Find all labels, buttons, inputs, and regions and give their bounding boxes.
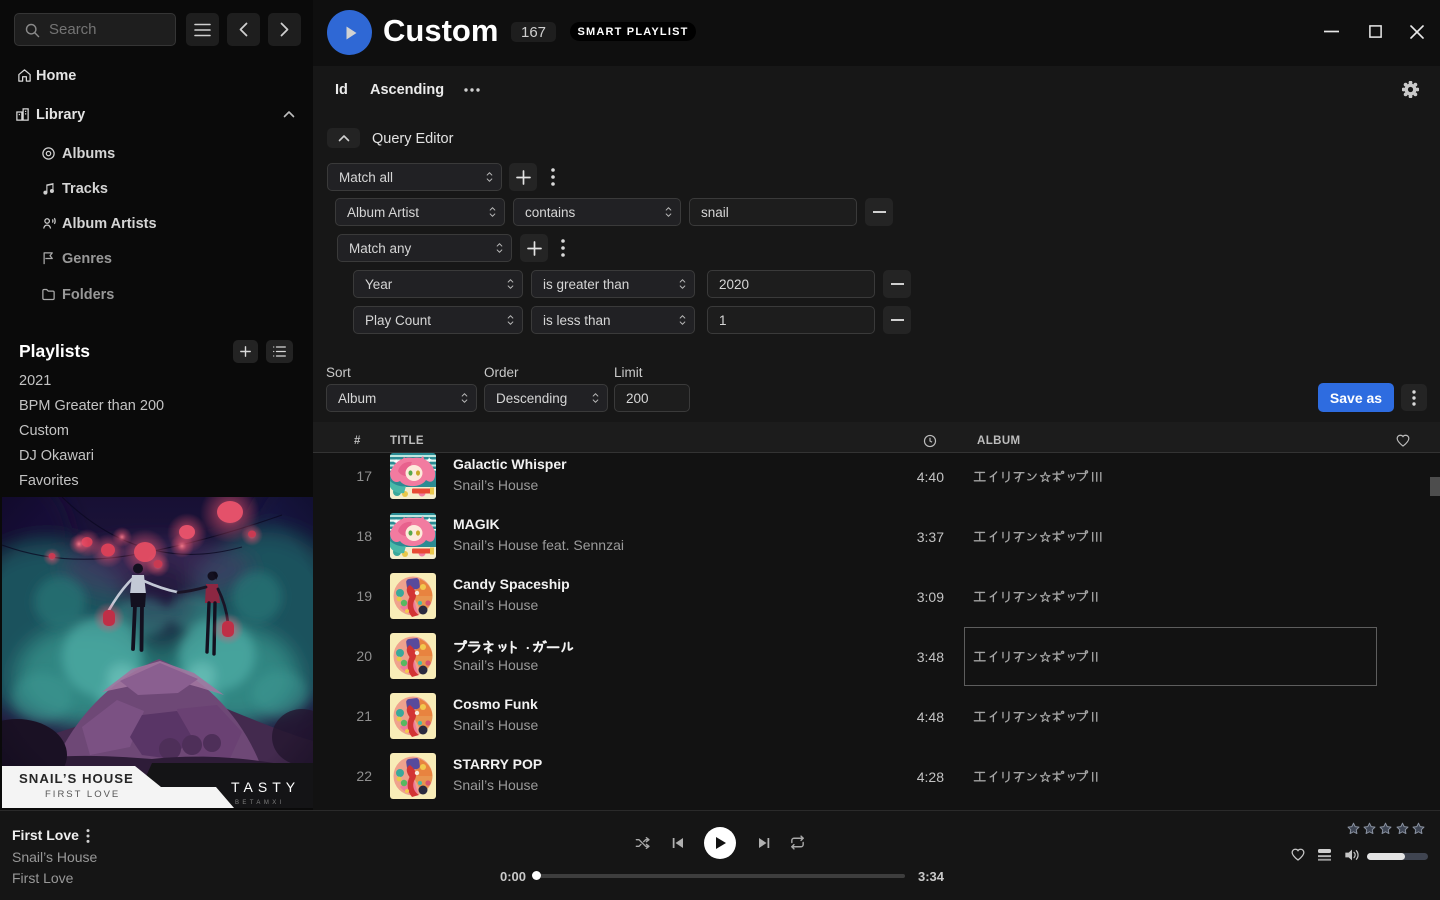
svg-text:BETAMXI: BETAMXI bbox=[235, 800, 285, 806]
svg-text:FIRST LOVE: FIRST LOVE bbox=[45, 789, 120, 800]
svg-text:SNAIL’S HOUSE: SNAIL’S HOUSE bbox=[19, 771, 134, 786]
svg-text:TASTY: TASTY bbox=[231, 779, 300, 795]
